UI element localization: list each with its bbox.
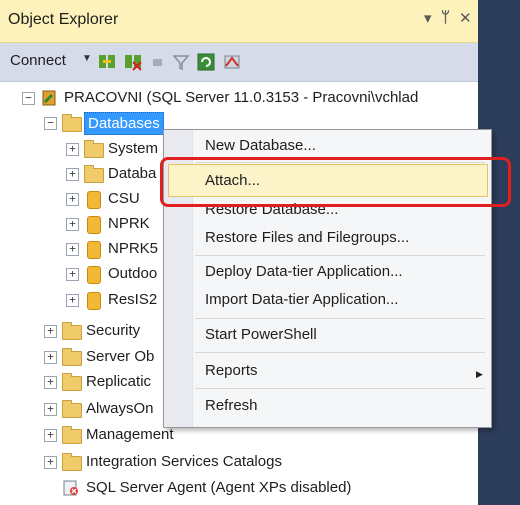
panel-title: Object Explorer xyxy=(8,11,119,28)
connect-dropdown-icon[interactable]: ▼ xyxy=(82,53,92,64)
folder-icon xyxy=(84,140,104,158)
tree-item[interactable]: + Server Ob xyxy=(0,345,165,369)
refresh-icon[interactable] xyxy=(196,52,216,72)
tree-item-label: Replicatic xyxy=(86,373,152,390)
tree-item-label: Management xyxy=(86,426,174,443)
tree-item-label: Security xyxy=(86,322,141,339)
server-icon xyxy=(42,90,56,106)
menu-item-restore-files[interactable]: Restore Files and Filegroups... xyxy=(205,229,409,246)
tree-databases-row[interactable]: − Databases xyxy=(0,111,170,135)
filter-icon[interactable] xyxy=(171,52,191,72)
tree-item-label: Server Ob xyxy=(86,348,155,365)
folder-icon xyxy=(62,114,82,132)
tree-item[interactable]: + NPRK xyxy=(0,212,165,236)
expand-icon[interactable]: + xyxy=(66,143,79,156)
menu-separator xyxy=(195,388,485,389)
tree-item[interactable]: + Databa xyxy=(0,162,165,186)
expand-icon[interactable]: + xyxy=(66,294,79,307)
database-icon xyxy=(87,241,101,259)
tree-item-label: ResIS2 xyxy=(108,291,158,308)
menu-item-start-powershell[interactable]: Start PowerShell xyxy=(205,326,317,343)
menu-item-refresh[interactable]: Refresh xyxy=(205,397,258,414)
tree-item[interactable]: + Replicatic xyxy=(0,370,165,394)
submenu-arrow-icon: ▶ xyxy=(476,369,483,379)
database-icon xyxy=(87,266,101,284)
folder-icon xyxy=(62,453,82,471)
menu-item-deploy-data-tier[interactable]: Deploy Data-tier Application... xyxy=(205,263,403,280)
collapse-icon[interactable]: − xyxy=(22,92,35,105)
menu-item-new-database[interactable]: New Database... xyxy=(205,137,316,154)
menu-item-reports[interactable]: Reports xyxy=(205,362,258,379)
server-label: PRACOVNI (SQL Server 11.0.3153 - Pracovn… xyxy=(64,89,419,106)
tree-item-label: NPRK5 xyxy=(108,240,159,257)
expand-icon[interactable]: + xyxy=(44,429,57,442)
menu-item-import-data-tier[interactable]: Import Data-tier Application... xyxy=(205,291,398,308)
tree-item-label: CSU xyxy=(108,190,140,207)
tree-item[interactable]: + Integration Services Catalogs xyxy=(0,450,400,474)
folder-icon xyxy=(62,348,82,366)
tree-item-label: SQL Server Agent (Agent XPs disabled) xyxy=(86,479,352,496)
tree-item-label: NPRK xyxy=(108,215,150,232)
folder-icon xyxy=(84,165,104,183)
expand-icon[interactable]: + xyxy=(66,168,79,181)
tree-item-sql-agent[interactable]: SQL Server Agent (Agent XPs disabled) xyxy=(0,476,420,500)
tree-item[interactable]: + Outdoo xyxy=(0,262,165,286)
stop-icon[interactable] xyxy=(150,54,166,70)
expand-icon[interactable]: + xyxy=(66,218,79,231)
expand-icon[interactable]: + xyxy=(44,351,57,364)
tree-item[interactable]: + ResIS2 xyxy=(0,288,165,312)
expand-icon[interactable]: + xyxy=(44,376,57,389)
tree-item-label: Integration Services Catalogs xyxy=(86,453,282,470)
expand-icon[interactable]: + xyxy=(66,243,79,256)
tree-item-label: AlwaysOn xyxy=(86,400,154,417)
tree-server-row[interactable]: − PRACOVNI (SQL Server 11.0.3153 - Praco… xyxy=(0,86,478,110)
expand-icon[interactable]: + xyxy=(44,403,57,416)
collapse-icon[interactable]: − xyxy=(44,117,57,130)
menu-separator xyxy=(195,318,485,319)
menu-separator xyxy=(195,255,485,256)
menu-separator xyxy=(195,352,485,353)
tree-item-label: Outdoo xyxy=(108,265,158,282)
connect-button[interactable]: Connect xyxy=(10,52,66,69)
window-menu-chevron-icon[interactable]: ▾ xyxy=(424,9,432,27)
tree-item[interactable]: + AlwaysOn xyxy=(0,397,165,421)
close-icon[interactable]: ✕ xyxy=(459,9,472,27)
disconnect-icon[interactable] xyxy=(123,52,143,72)
database-icon xyxy=(87,216,101,234)
title-bar: Object Explorer ▾ ᛘ ✕ xyxy=(0,0,478,43)
tree-item[interactable]: + Security xyxy=(0,319,165,343)
database-icon xyxy=(87,292,101,310)
folder-icon xyxy=(62,426,82,444)
sql-agent-icon xyxy=(63,480,78,496)
folder-icon xyxy=(62,322,82,340)
expand-icon[interactable]: + xyxy=(44,325,57,338)
activity-monitor-icon[interactable] xyxy=(222,50,244,72)
expand-icon[interactable]: + xyxy=(66,268,79,281)
expand-icon[interactable]: + xyxy=(44,456,57,469)
folder-icon xyxy=(62,400,82,418)
tree-item-label: System xyxy=(108,140,159,157)
databases-label: Databases xyxy=(84,112,164,135)
folder-icon xyxy=(62,373,82,391)
highlight-annotation xyxy=(160,157,511,207)
connect-object-explorer-icon[interactable] xyxy=(97,52,117,72)
tree-item[interactable]: + CSU xyxy=(0,187,165,211)
tree-item-label: Databa xyxy=(108,165,157,182)
tree-item[interactable]: + NPRK5 xyxy=(0,237,165,261)
database-icon xyxy=(87,191,101,209)
tree-item[interactable]: + System xyxy=(0,137,165,161)
pin-icon[interactable]: ᛘ xyxy=(441,9,450,26)
expand-icon[interactable]: + xyxy=(66,193,79,206)
